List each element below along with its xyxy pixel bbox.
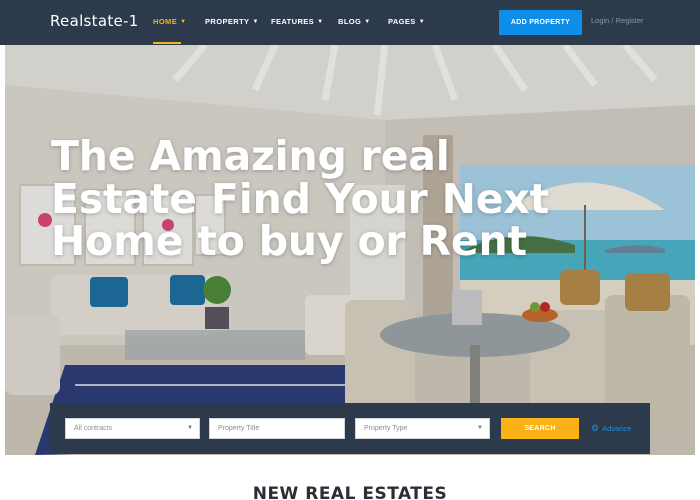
property-title-input[interactable]: Property Title	[209, 418, 345, 439]
add-property-button[interactable]: ADD PROPERTY	[499, 10, 582, 35]
caret-down-icon: ▼	[364, 19, 371, 25]
caret-down-icon: ▼	[180, 19, 187, 25]
contract-select-value: All contracts	[74, 425, 113, 432]
hero-banner: The Amazing real Estate Find Your Next H…	[5, 45, 695, 455]
caret-down-icon: ▼	[187, 425, 193, 431]
hero-headline-line-2: Estate Find Your Next	[51, 174, 549, 223]
caret-down-icon: ▼	[477, 425, 483, 431]
property-search-bar: All contracts ▼ Property Title Property …	[50, 403, 650, 454]
nav-pages-label: PAGES	[388, 17, 416, 26]
nav-property[interactable]: PROPERTY ▼	[205, 17, 259, 26]
nav-home-label: HOME	[153, 17, 178, 26]
brand-logo[interactable]: Realstate-1	[50, 12, 139, 30]
search-button[interactable]: SEARCH	[501, 418, 579, 439]
advance-search-link[interactable]: ⚙ Advance	[591, 423, 631, 434]
advance-search-label: Advance	[602, 424, 632, 433]
hero-headline: The Amazing real Estate Find Your Next H…	[51, 135, 549, 263]
property-type-select[interactable]: Property Type ▼	[355, 418, 490, 439]
nav-features-label: FEATURES	[271, 17, 315, 26]
property-type-select-value: Property Type	[364, 425, 408, 432]
property-title-placeholder: Property Title	[218, 425, 260, 432]
nav-blog-label: BLOG	[338, 17, 362, 26]
active-nav-underline	[153, 42, 181, 44]
login-register-link[interactable]: Login / Register	[591, 16, 644, 25]
contract-select[interactable]: All contracts ▼	[65, 418, 200, 439]
hero-headline-line-3: Home to buy or Rent	[51, 217, 527, 265]
nav-pages[interactable]: PAGES ▼	[388, 17, 425, 26]
nav-home[interactable]: HOME ▼	[153, 17, 186, 26]
section-title: NEW REAL ESTATES	[252, 484, 448, 500]
nav-features[interactable]: FEATURES ▼	[271, 17, 323, 26]
caret-down-icon: ▼	[252, 19, 259, 25]
caret-down-icon: ▼	[418, 19, 426, 25]
caret-down-icon: ▼	[317, 19, 324, 25]
hero-headline-line-1: The Amazing real	[51, 132, 450, 180]
nav-property-label: PROPERTY	[205, 17, 250, 26]
nav-blog[interactable]: BLOG ▼	[338, 17, 371, 26]
navbar: Realstate-1 HOME ▼ PROPERTY ▼ FEATURES ▼ BL…	[0, 0, 700, 45]
gear-icon: ⚙	[591, 423, 600, 433]
